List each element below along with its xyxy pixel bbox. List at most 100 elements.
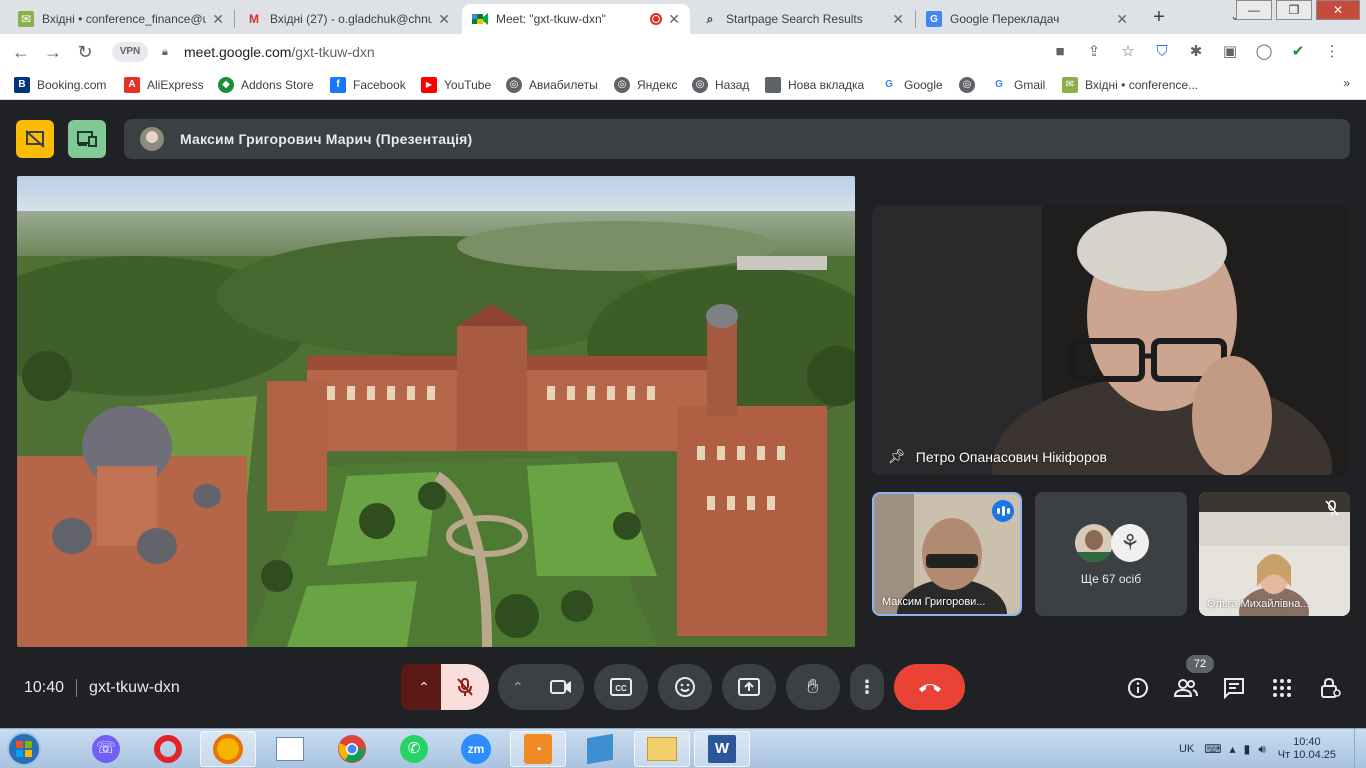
present-to-all-icon [738,678,760,696]
zoom-app[interactable]: zm [448,731,504,767]
start-button[interactable] [4,730,44,768]
bookmark-yandex[interactable]: ◎ Яндекс [614,76,677,94]
camera-button[interactable] [538,664,584,710]
box-app[interactable] [572,731,628,767]
pdf-app[interactable]: ◔ [510,731,566,767]
chat-icon [1224,678,1244,699]
close-tab-icon[interactable]: ✕ [892,11,904,28]
butterfly-avatar-icon: ⚘ [1111,524,1149,562]
meeting-details-button[interactable] [1126,676,1150,700]
speaker-video-tile[interactable]: 📌︎ Петро Опанасович Нікіфоров [872,206,1350,475]
lock-icon[interactable]: 🔒︎ [162,46,174,58]
bookmark-aviabilety[interactable]: ◎ Авиабилеты [506,76,598,94]
globe-icon: ◎ [959,77,975,93]
profile-icon[interactable]: ◯ [1254,42,1274,62]
tab-conference-inbox[interactable]: ✉ Вхідні • conference_finance@u ✕ [8,4,234,34]
booking-icon: B [14,77,30,93]
keyboard-language[interactable]: UK [1179,743,1194,755]
chrome-app[interactable] [324,731,380,767]
address-bar[interactable]: 🔒︎ meet.google.com/gxt-tkuw-dxn [156,38,1166,66]
close-tab-icon[interactable]: ✕ [438,11,450,28]
bookmark-aliexpress[interactable]: A AliExpress [124,76,204,94]
captions-button[interactable]: CC [594,664,648,710]
more-options-button[interactable]: ⋮ [850,664,884,710]
tab-meet[interactable]: Meet: "gxt-tkuw-dxn" ✕ [462,4,690,34]
people-button[interactable] [1174,676,1198,700]
participant-name: Максим Григорови... [882,596,986,608]
host-controls-button[interactable] [1318,676,1342,700]
vpn-badge[interactable]: VPN [112,42,148,62]
back-button[interactable]: ← [10,41,32,63]
restore-button[interactable]: ❐ [1276,0,1312,20]
present-off-icon [25,130,45,148]
close-window-button[interactable]: ✕ [1316,0,1360,20]
tab-startpage[interactable]: ⌕ Startpage Search Results ✕ [692,4,914,34]
bookmark-new-tab[interactable]: Нова вкладка [765,76,864,94]
close-tab-icon[interactable]: ✕ [668,11,680,28]
browser-app[interactable] [200,731,256,767]
reload-button[interactable]: ↻ [74,41,96,63]
present-screen-button[interactable] [722,664,776,710]
menu-kebab-icon[interactable]: ⋮ [1322,42,1342,62]
bookmark-google[interactable]: G Google [881,76,943,94]
viber-app[interactable]: ☏ [78,731,134,767]
share-icon[interactable]: ⇪ [1084,42,1104,62]
chat-button[interactable] [1222,676,1246,700]
bookmark-addons-store[interactable]: ◆ Addons Store [218,76,314,94]
word-app[interactable]: W [694,731,750,767]
minimize-button[interactable]: — [1236,0,1272,20]
participant-tile-olha[interactable]: Ольга Михайлівна... [1199,492,1350,616]
new-tab-button[interactable]: + [1148,6,1170,28]
system-clock[interactable]: 10:40 Чт 10.04.25 [1278,736,1336,762]
meeting-code[interactable]: gxt-tkuw-dxn [89,679,180,697]
participant-tile-maksym[interactable]: Максим Григорови... [872,492,1022,616]
bookmark-booking[interactable]: B Booking.com [14,76,106,94]
volume-icon[interactable]: 🔊︎ [1258,742,1266,757]
bookmark-label: Яндекс [637,78,678,92]
network-icon[interactable]: ▮ [1244,742,1251,756]
tab-title: Вхідні • conference_finance@u [42,12,207,26]
extension-shield-icon[interactable]: ⛉ [1152,42,1172,62]
whatsapp-app[interactable]: ✆ [386,731,442,767]
bookmarks-overflow[interactable]: » [1343,76,1350,90]
show-hidden-icons-icon[interactable]: ▴ [1230,742,1236,756]
activities-button[interactable] [1270,676,1294,700]
forward-button[interactable]: → [42,41,64,63]
extensions-puzzle-icon[interactable]: ✱ [1186,42,1206,62]
side-panel-icon[interactable]: ▣ [1220,42,1240,62]
show-desktop-button[interactable] [1354,729,1366,768]
leave-call-button[interactable] [894,664,965,710]
camera-in-use-icon[interactable]: ■ [1050,42,1070,62]
bookmark-globe[interactable]: ◎ [959,76,982,94]
picture-in-picture-button[interactable] [68,120,106,158]
bookmark-conference-inbox[interactable]: ✉ Вхідні • conference... [1062,76,1198,94]
url-text: meet.google.com/gxt-tkuw-dxn [184,44,375,60]
security-check-icon[interactable]: ✔ [1288,42,1308,62]
browser-toolbar: ← → ↻ VPN 🔒︎ meet.google.com/gxt-tkuw-dx… [0,34,1366,70]
emoji-icon [675,677,695,697]
bookmark-nazad[interactable]: ◎ Назад [692,76,749,94]
tab-title: Вхідні (27) - o.gladchuk@chnu [270,12,433,26]
speaker-name-label: 📌︎ Петро Опанасович Нікіфоров [888,448,1107,465]
bookmark-youtube[interactable]: ▶ YouTube [421,76,491,94]
reactions-button[interactable] [658,664,712,710]
bookmark-label: AliExpress [147,78,204,92]
bookmark-facebook[interactable]: f Facebook [330,76,406,94]
pin-icon[interactable]: 📌︎ [888,448,906,465]
close-tab-icon[interactable]: ✕ [212,11,224,28]
close-tab-icon[interactable]: ✕ [1116,11,1128,28]
bookmark-gmail[interactable]: G Gmail [991,76,1045,94]
stop-presentation-button[interactable] [16,120,54,158]
microphone-off-button[interactable] [441,664,489,710]
notepad-app[interactable] [262,731,318,767]
bookmark-label: Авиабилеты [529,78,598,92]
explorer-app[interactable] [634,731,690,767]
bookmark-star-icon[interactable]: ☆ [1118,42,1138,62]
more-participants-tile[interactable]: ⚘ Ще 67 осіб [1035,492,1187,616]
keyboard-icon[interactable]: ⌨︎ [1204,742,1221,756]
tab-gmail[interactable]: M Вхідні (27) - o.gladchuk@chnu ✕ [236,4,460,34]
video-options-chevron-icon[interactable]: ⌃ [512,679,524,696]
tab-google-translate[interactable]: G Google Перекладач ✕ [916,4,1138,34]
raise-hand-button[interactable]: ✋︎ [786,664,840,710]
opera-app[interactable] [140,731,196,767]
